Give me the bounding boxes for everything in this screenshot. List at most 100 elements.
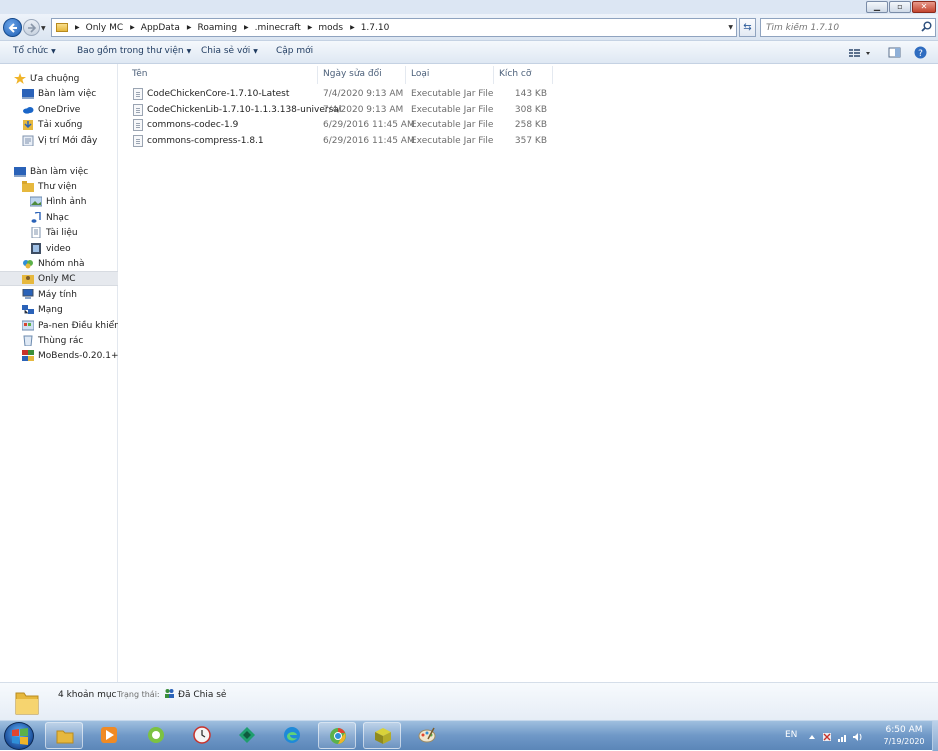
organize-label: Tổ chức [13, 46, 49, 56]
chevron-right-icon[interactable]: ▶ [130, 24, 135, 31]
breadcrumb-mods[interactable]: mods [318, 23, 343, 33]
file-type: Executable Jar File [411, 105, 494, 115]
clock-time[interactable]: 6:50 AM [878, 725, 930, 735]
breadcrumb-roaming[interactable]: Roaming [197, 23, 237, 33]
breadcrumb-1-7-10[interactable]: 1.7.10 [361, 23, 390, 33]
taskbar-edge[interactable] [273, 722, 311, 749]
back-button[interactable] [3, 18, 22, 37]
nav-network[interactable]: Mạng [0, 302, 118, 317]
taskbar-media-player[interactable] [90, 722, 128, 749]
chevron-right-icon[interactable]: ▶ [75, 24, 80, 31]
nav-user-folder[interactable]: Only MC [0, 271, 118, 286]
breadcrumb-only-mc[interactable]: Only MC [86, 23, 124, 33]
taskbar-app-diamond[interactable] [228, 722, 266, 749]
column-header-date[interactable]: Ngày sửa đổi [323, 69, 382, 79]
column-header-type[interactable]: Loại [411, 69, 429, 79]
network-signal-icon[interactable] [838, 735, 846, 742]
nav-mobends[interactable]: MoBends-0.20.1+for [0, 348, 118, 363]
nav-control-panel[interactable]: Pa-nen Điều khiển [0, 318, 118, 333]
cloud-icon [23, 107, 34, 114]
breadcrumb-minecraft[interactable]: .minecraft [255, 23, 301, 33]
nav-video[interactable]: video [0, 241, 118, 256]
column-header-size[interactable]: Kích cỡ [499, 69, 531, 79]
library-folder-icon [22, 181, 34, 192]
nav-favorites-label: Ưa chuộng [30, 73, 80, 84]
control-panel-icon [22, 320, 34, 331]
chevron-right-icon[interactable]: ▶ [187, 24, 192, 31]
taskbar-paint[interactable] [408, 722, 446, 749]
nav-downloads[interactable]: Tải xuống [0, 117, 118, 132]
nav-computer[interactable]: Máy tính [0, 287, 118, 302]
taskbar-chrome[interactable] [318, 722, 356, 749]
column-divider[interactable] [405, 66, 406, 84]
column-divider[interactable] [493, 66, 494, 84]
breadcrumb-appdata[interactable]: AppData [141, 23, 180, 33]
nav-video-label: video [46, 243, 71, 254]
file-row[interactable]: commons-codec-1.9 6/29/2016 11:45 AM Exe… [129, 118, 559, 133]
maximize-button[interactable]: ▫ [889, 1, 911, 13]
taskbar-explorer[interactable] [45, 722, 83, 749]
column-divider[interactable] [317, 66, 318, 84]
start-button[interactable] [4, 722, 34, 750]
address-dropdown-icon[interactable]: ▼ [728, 24, 733, 31]
taskbar-minecraft[interactable] [363, 722, 401, 749]
nav-recent-places[interactable]: Vị trí Mới đây [0, 133, 118, 148]
nav-desktop-favorite[interactable]: Bàn làm việc [0, 86, 118, 101]
file-row[interactable]: CodeChickenLib-1.7.10-1.1.3.138-universa… [129, 103, 559, 118]
nav-recycle-bin-label: Thùng rác [38, 335, 84, 346]
column-header-name[interactable]: Tên [132, 69, 147, 79]
network-icon [22, 305, 34, 314]
column-divider[interactable] [552, 66, 553, 84]
taskbar-app-clock[interactable] [183, 722, 221, 749]
chevron-right-icon[interactable]: ▶ [350, 24, 355, 31]
nav-libraries[interactable]: Thư viện [0, 179, 118, 194]
status-value: Đã Chia sẻ [178, 690, 227, 700]
nav-onedrive[interactable]: OneDrive [0, 102, 118, 117]
forward-button[interactable] [23, 19, 40, 36]
show-hidden-icons-icon[interactable] [809, 735, 815, 739]
nav-favorites[interactable]: Ưa chuộng [0, 71, 118, 86]
file-row[interactable]: CodeChickenCore-1.7.10-Latest 7/4/2020 9… [129, 87, 559, 102]
nav-pictures[interactable]: Hình ảnh [0, 194, 118, 209]
share-with-menu[interactable]: Chia sẻ với ▼ [201, 46, 258, 56]
command-bar: Tổ chức ▼ Bao gồm trong thư viện ▼ Chia sẻ… [0, 41, 938, 64]
chevron-right-icon[interactable]: ▶ [244, 24, 249, 31]
minimize-button[interactable]: ▁ [866, 1, 888, 13]
clock-app-icon [193, 726, 211, 744]
user-folder-icon [22, 275, 34, 284]
nav-homegroup[interactable]: Nhóm nhà [0, 256, 118, 271]
chevron-right-icon[interactable]: ▶ [308, 24, 313, 31]
nav-music[interactable]: Nhạc [0, 210, 118, 225]
organize-menu[interactable]: Tổ chức ▼ [13, 46, 56, 56]
windows-logo-icon [12, 728, 28, 745]
close-button[interactable]: ✕ [912, 1, 936, 13]
nav-computer-label: Máy tính [38, 289, 77, 300]
recent-pages-dropdown[interactable]: ▼ [41, 25, 46, 32]
clock-date[interactable]: 7/19/2020 [878, 737, 930, 746]
action-center-icon[interactable] [823, 733, 831, 741]
new-folder-button[interactable]: Cập mới [276, 46, 313, 56]
taskbar: EN 6:50 AM 7/19/2020 [0, 720, 938, 751]
show-desktop-button[interactable] [932, 721, 938, 751]
item-count: 4 khoản mục [58, 690, 117, 700]
refresh-button[interactable]: ⇆ [739, 18, 756, 37]
nav-network-label: Mạng [38, 304, 63, 315]
folder-icon [56, 730, 74, 744]
nav-documents[interactable]: Tài liệu [0, 225, 118, 240]
language-indicator[interactable]: EN [785, 730, 797, 740]
nav-recycle-bin[interactable]: Thùng rác [0, 333, 118, 348]
file-row[interactable]: commons-compress-1.8.1 6/29/2016 11:45 A… [129, 134, 559, 149]
search-icon[interactable] [921, 21, 932, 32]
search-box[interactable] [760, 18, 936, 37]
address-box[interactable]: ▶ Only MC ▶ AppData ▶ Roaming ▶ .minecraft ▶… [51, 18, 737, 37]
nav-recent-places-label: Vị trí Mới đây [38, 135, 98, 146]
taskbar-app-green[interactable] [137, 722, 175, 749]
view-options-icon[interactable] [848, 45, 874, 60]
help-icon[interactable]: ? [913, 45, 928, 60]
video-icon [31, 243, 41, 254]
include-library-menu[interactable]: Bao gồm trong thư viện ▼ [77, 46, 191, 56]
preview-pane-icon[interactable] [887, 45, 902, 60]
nav-desktop[interactable]: Bàn làm việc [0, 164, 118, 179]
search-input[interactable] [761, 19, 911, 36]
volume-icon[interactable] [853, 733, 862, 741]
